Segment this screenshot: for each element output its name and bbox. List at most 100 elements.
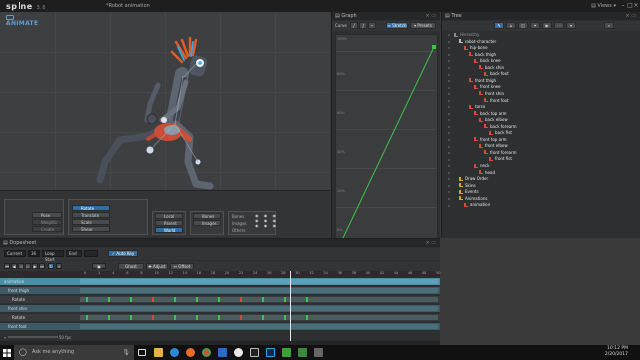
tree-item[interactable]: front fist [489,156,512,163]
edge-icon[interactable] [166,345,182,360]
visibility-dot[interactable] [448,80,450,83]
viewport[interactable]: ANIMATE [0,12,330,190]
tree-item[interactable]: animation [464,202,490,209]
curve-bezier-button[interactable]: ∫ [359,22,367,29]
store-icon[interactable] [214,345,230,360]
tree-item[interactable]: back shin [479,65,504,72]
visibility-dot[interactable] [448,106,450,109]
tree-filter-anim-button[interactable]: ▶ [542,22,552,29]
tree-item[interactable]: Events [459,189,479,196]
translate-button[interactable]: Translate [72,212,110,218]
dopesheet-track[interactable] [80,297,438,302]
firefox-icon[interactable] [182,345,198,360]
keyframe[interactable] [108,297,110,302]
dopesheet-track[interactable] [80,324,438,329]
tree-item[interactable]: Animations [459,196,487,203]
keyframe[interactable] [240,315,242,320]
keyframe[interactable] [152,297,154,302]
tree-item[interactable]: back fist [489,130,512,137]
rotate-button[interactable]: Rotate [72,205,110,211]
tree-filter-events-button[interactable]: ✦ [530,22,540,29]
parent-button[interactable]: Parent [155,220,183,226]
app-icon[interactable] [310,345,326,360]
visibility-toggles[interactable]: ◉ ◉ ◉ ◉ ◉ ◉ ◉ ◉ ◉ [255,213,278,228]
loop-start-field[interactable]: Loop Start [42,250,64,262]
explorer-icon[interactable] [150,345,166,360]
tree-item[interactable]: front thigh [469,78,496,85]
keyframe[interactable] [306,315,308,320]
dopesheet-row[interactable]: Rotate [0,296,440,303]
camtasia-icon[interactable] [278,345,294,360]
tree-item[interactable]: front shin [479,91,504,98]
tree-item[interactable]: front elbow [479,143,508,150]
tree-item[interactable]: Skins [459,183,476,190]
tree-item[interactable]: robot-character [459,39,496,46]
keyframe[interactable] [130,297,132,302]
pose-button[interactable]: Pose [32,212,62,218]
ghost-toggle[interactable]: Ghost [118,263,144,270]
visibility-dot[interactable] [448,139,450,141]
visibility-dot[interactable] [448,197,450,200]
play-button[interactable]: ▷ [25,263,31,269]
keyframe[interactable] [306,297,308,302]
ghost-button[interactable]: ▣ [92,263,106,269]
tree-filter-slots-button[interactable]: ⌂ [506,22,516,29]
visibility-dot[interactable] [448,158,450,161]
presets-button[interactable]: ▾ Presets [410,22,436,29]
visibility-dot[interactable] [448,99,450,102]
visibility-dot[interactable] [448,204,450,207]
visibility-dot[interactable] [448,171,450,174]
current-value[interactable]: 36 [28,250,40,257]
keyframe[interactable] [86,297,88,302]
tree-item[interactable]: front knee [474,84,501,91]
local-button[interactable]: Local [155,213,183,219]
visibility-dot[interactable] [448,34,450,37]
visibility-dot[interactable] [448,47,450,50]
create-button[interactable]: Create [32,226,62,232]
tree-item[interactable]: neck [474,163,490,170]
dopesheet-track[interactable] [80,306,438,311]
end-value[interactable] [84,250,98,257]
keyframe[interactable] [262,315,264,320]
keyframe[interactable] [240,297,242,302]
close-icon[interactable]: × [633,2,639,9]
timeline-ruler[interactable]: 0 2 4 6 8 10 12 14 16 18 20 22 24 26 28 30 32 34 36 38 40 42 4… [0,271,440,278]
tree-item[interactable]: front top arm [474,137,507,144]
tree-filter-bones-button[interactable]: ✎ [494,22,504,29]
dopesheet-track[interactable] [80,288,438,293]
chrome-alt-icon[interactable] [230,345,246,360]
tree-item[interactable]: back knee [474,58,501,65]
dopesheet-row[interactable]: Rotate [0,314,440,321]
minimize-icon[interactable]: – [620,2,626,9]
visibility-dot[interactable] [448,73,450,76]
keyframe[interactable] [284,297,286,302]
recorder-icon[interactable] [294,345,310,360]
visibility-dot[interactable] [448,184,450,187]
visibility-dot[interactable] [448,93,450,96]
task-view-icon[interactable] [134,345,150,360]
first-frame-button[interactable]: ⏮ [4,263,10,269]
playhead[interactable] [290,271,291,342]
photoshop-icon[interactable] [262,345,278,360]
start-button[interactable] [0,345,14,360]
curve-stepped-button[interactable]: ⌐ [368,22,376,29]
keyframe[interactable] [196,297,198,302]
tree-filter-skins-button[interactable]: ◫ [518,22,528,29]
scale-button[interactable]: Scale [72,219,110,225]
tree-item[interactable]: back forearm [484,124,517,131]
visibility-dot[interactable] [448,66,450,69]
tree-item[interactable]: back elbow [479,117,508,124]
dopesheet-row[interactable]: front thigh [0,287,440,294]
stretch-button[interactable]: ⇔ Stretch [386,22,408,29]
keyframe[interactable] [196,315,198,320]
visibility-dot[interactable] [448,178,450,181]
images-button[interactable]: Images [193,220,221,226]
end-field[interactable]: End [66,250,82,257]
next-key-button[interactable]: ▶ [32,263,38,269]
tree-options-button[interactable]: ⋯ [554,22,564,29]
keyframe[interactable] [152,315,154,320]
keyframe[interactable] [130,315,132,320]
keyframe[interactable] [108,315,110,320]
taskbar-search[interactable]: ◯ Ask me anything 🎙 [14,345,134,360]
visibility-dot[interactable] [448,40,450,43]
